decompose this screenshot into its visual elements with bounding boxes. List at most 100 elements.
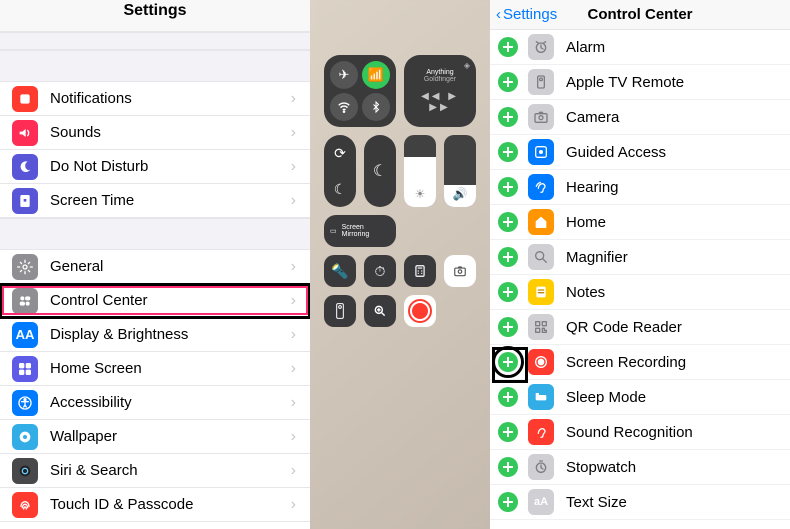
bluetooth-icon[interactable]	[362, 93, 390, 121]
flashlight-icon[interactable]: 🔦	[324, 255, 356, 287]
settings-label: Notifications	[50, 90, 291, 107]
settings-row-display[interactable]: AA Display & Brightness ›	[0, 318, 310, 352]
ccc-row-alarm[interactable]: Alarm	[490, 30, 790, 65]
settings-row-wallpaper[interactable]: Wallpaper ›	[0, 420, 310, 454]
add-button[interactable]	[498, 457, 518, 477]
ccc-label: Home	[566, 214, 606, 231]
add-button[interactable]	[498, 422, 518, 442]
settings-group-gap	[0, 218, 310, 250]
settings-row-homescreen[interactable]: Home Screen ›	[0, 352, 310, 386]
settings-row-accessibility[interactable]: Accessibility ›	[0, 386, 310, 420]
chevron-right-icon: ›	[291, 124, 296, 142]
ccc-label: Apple TV Remote	[566, 74, 684, 91]
general-icon	[12, 254, 38, 280]
settings-row-controlcenter[interactable]: Control Center ›	[0, 284, 310, 318]
ccc-row-qr[interactable]: QR Code Reader	[490, 310, 790, 345]
chevron-right-icon: ›	[291, 326, 296, 344]
ccc-row-soundrec[interactable]: Sound Recognition	[490, 415, 790, 450]
connectivity-card[interactable]: ✈ 📶	[324, 55, 396, 127]
stopwatch-icon	[528, 454, 554, 480]
chevron-right-icon: ›	[291, 258, 296, 276]
add-button[interactable]	[498, 37, 518, 57]
volume-slider[interactable]: 🔊	[444, 135, 476, 207]
accessibility-icon	[12, 390, 38, 416]
add-button[interactable]	[498, 212, 518, 232]
ccc-row-screenrec[interactable]: Screen Recording	[490, 345, 790, 380]
ccc-row-hearing[interactable]: Hearing	[490, 170, 790, 205]
remote-icon[interactable]	[324, 295, 356, 327]
settings-label: Control Center	[50, 292, 291, 309]
add-button[interactable]	[498, 352, 518, 372]
add-button[interactable]	[498, 492, 518, 512]
brightness-slider[interactable]: ☀	[404, 135, 436, 207]
add-button[interactable]	[498, 72, 518, 92]
ccc-row-notes[interactable]: Notes	[490, 275, 790, 310]
music-title: Anything	[410, 69, 470, 76]
add-button[interactable]	[498, 142, 518, 162]
chevron-right-icon: ›	[291, 192, 296, 210]
ccc-row-stopwatch[interactable]: Stopwatch	[490, 450, 790, 485]
add-button[interactable]	[498, 387, 518, 407]
settings-label: Display & Brightness	[50, 326, 291, 343]
cellular-icon[interactable]: 📶	[362, 61, 390, 89]
ccc-row-home[interactable]: Home	[490, 205, 790, 240]
screentime-icon	[12, 188, 38, 214]
airplane-icon[interactable]: ✈	[330, 61, 358, 89]
control-center-customize: ‹ Settings Control Center Alarm Apple TV…	[490, 0, 790, 529]
brightness-icon: ☀	[404, 187, 436, 201]
dnd-tile[interactable]: ☾	[364, 135, 396, 207]
ccc-row-appletv[interactable]: Apple TV Remote	[490, 65, 790, 100]
add-button[interactable]	[498, 247, 518, 267]
settings-row-touchid[interactable]: Touch ID & Passcode ›	[0, 488, 310, 522]
ccc-row-sleep[interactable]: Sleep Mode	[490, 380, 790, 415]
chevron-right-icon: ›	[291, 462, 296, 480]
settings-title: Settings	[123, 0, 186, 20]
music-controls[interactable]: ◀◀ ▶ ▶▶	[410, 91, 470, 113]
ccc-label: Stopwatch	[566, 459, 636, 476]
ccc-row-textsize[interactable]: aA Text Size	[490, 485, 790, 520]
now-playing-card[interactable]: ◈ Anything Goldfinger ◀◀ ▶ ▶▶	[404, 55, 476, 127]
airplay-icon[interactable]: ◈	[464, 61, 470, 70]
orientation-focus-card: ⟳ ☾	[324, 135, 356, 207]
music-subtitle: Goldfinger	[410, 76, 470, 83]
add-button[interactable]	[498, 107, 518, 127]
controlcenter-icon	[12, 288, 38, 314]
screen-mirroring-tile[interactable]: ▭ Screen Mirroring	[324, 215, 396, 247]
settings-header: Settings	[0, 0, 310, 32]
ccc-row-camera[interactable]: Camera	[490, 100, 790, 135]
calculator-icon[interactable]	[404, 255, 436, 287]
ccc-row-guided[interactable]: Guided Access	[490, 135, 790, 170]
magnifier-tile-icon[interactable]	[364, 295, 396, 327]
ccc-header: ‹ Settings Control Center	[490, 0, 790, 30]
chevron-right-icon: ›	[291, 360, 296, 378]
settings-row-general[interactable]: General ›	[0, 250, 310, 284]
sounds-icon	[12, 120, 38, 146]
chevron-right-icon: ›	[291, 394, 296, 412]
magnifier-icon	[528, 244, 554, 270]
notifications-icon	[12, 86, 38, 112]
chevron-right-icon: ›	[291, 428, 296, 446]
back-label: Settings	[503, 6, 557, 23]
chevron-right-icon: ›	[291, 496, 296, 514]
back-button[interactable]: ‹ Settings	[490, 6, 557, 23]
camera-icon[interactable]	[444, 255, 476, 287]
wifi-icon[interactable]	[330, 93, 358, 121]
settings-row-sounds[interactable]: Sounds ›	[0, 116, 310, 150]
add-button[interactable]	[498, 317, 518, 337]
timer-icon[interactable]: ⏱	[364, 255, 396, 287]
settings-row-screentime[interactable]: Screen Time ›	[0, 184, 310, 218]
ccc-label: Alarm	[566, 39, 605, 56]
add-button[interactable]	[498, 282, 518, 302]
settings-row-siri[interactable]: Siri & Search ›	[0, 454, 310, 488]
control-center-preview: ✈ 📶 ◈ Anything Goldfinger ◀◀ ▶ ▶▶ ⟳ ☾	[310, 0, 490, 529]
settings-pane: Settings Notifications › Sounds › Do Not…	[0, 0, 310, 529]
add-button[interactable]	[498, 177, 518, 197]
orientation-lock-icon[interactable]: ⟳	[324, 135, 356, 171]
screen-record-tile[interactable]	[404, 295, 436, 327]
settings-row-dnd[interactable]: Do Not Disturb ›	[0, 150, 310, 184]
ccc-label: Sound Recognition	[566, 424, 693, 441]
settings-row-notifications[interactable]: Notifications ›	[0, 82, 310, 116]
ccc-row-magnifier[interactable]: Magnifier	[490, 240, 790, 275]
settings-label: Wallpaper	[50, 428, 291, 445]
focus-icon[interactable]: ☾	[324, 171, 356, 207]
